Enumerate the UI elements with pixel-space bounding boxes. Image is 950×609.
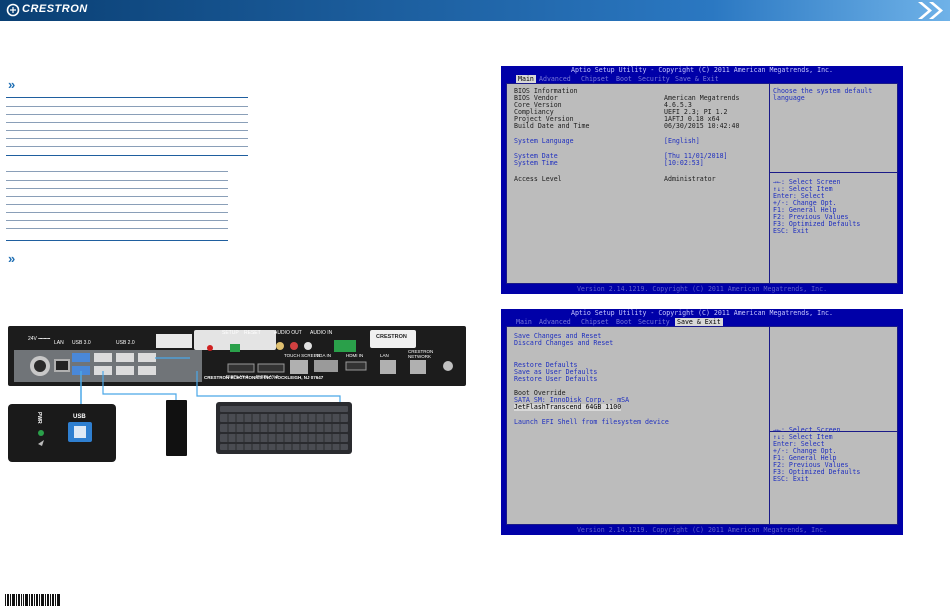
section-chevron-icon: »: [8, 251, 16, 266]
bios-key-hint: ESC: Exit: [773, 475, 809, 483]
rule-line: [6, 122, 248, 123]
tab-main[interactable]: Main: [516, 318, 532, 326]
power-led-icon: [38, 430, 44, 436]
rule-line: [6, 196, 228, 197]
tab-save-exit[interactable]: Save & Exit: [675, 75, 719, 83]
keyboard-icon: [216, 402, 352, 454]
rule-line: [6, 180, 228, 181]
rule-line: [6, 130, 248, 131]
bios-menu-item[interactable]: Discard Changes and Reset: [514, 340, 613, 347]
tab-advanced[interactable]: Advanced: [539, 75, 571, 83]
header-bar-background: [0, 0, 950, 21]
rule-line: [6, 114, 248, 115]
label-pwr: PWR: [36, 412, 42, 424]
label-audio-in: AUDIO IN: [310, 330, 333, 336]
bios-exit-screen: Aptio Setup Utility - Copyright (C) 2011…: [501, 309, 903, 535]
bios-menu-item[interactable]: Launch EFI Shell from filesystem device: [514, 419, 669, 426]
rule-line: [6, 228, 228, 229]
bios-menu-item[interactable]: Restore User Defaults: [514, 376, 597, 383]
rule-line: [6, 212, 228, 213]
bios-time-field[interactable]: [10:02:53]: [664, 160, 704, 167]
rule-line: [6, 146, 248, 147]
tab-save-exit[interactable]: Save & Exit: [675, 318, 723, 326]
tab-advanced[interactable]: Advanced: [539, 318, 571, 326]
label-setup: SETUP: [222, 330, 239, 336]
bios-language-label: System Language: [514, 137, 574, 145]
bios-tab-bar: Main Advanced Chipset Boot Security Save…: [501, 318, 903, 326]
usb-cable: [102, 371, 177, 400]
bios-help-text: language: [773, 94, 805, 102]
label-audio-out: AUDIO OUT: [274, 330, 302, 336]
bios-main-screen: Aptio Setup Utility - Copyright (C) 2011…: [501, 66, 903, 294]
header-bar: CRESTRON: [0, 0, 950, 21]
bios-footer: Version 2.14.1219. Copyright (C) 2011 Am…: [501, 284, 903, 294]
rule-line: [6, 138, 248, 139]
tab-security[interactable]: Security: [638, 318, 670, 326]
tab-boot[interactable]: Boot: [616, 75, 632, 83]
tab-boot[interactable]: Boot: [616, 318, 632, 326]
bios-language-select[interactable]: [English]: [664, 138, 700, 145]
rule-line: [6, 240, 228, 241]
label-reset: RESET: [244, 330, 261, 336]
bios-access-value: Administrator: [664, 175, 716, 183]
bios-time-label: System Time: [514, 159, 558, 167]
tab-main[interactable]: Main: [516, 75, 536, 83]
bios-access-label: Access Level: [514, 175, 562, 183]
bios-boot-device-selected[interactable]: JetFlashTranscend 64GB 1100: [514, 404, 622, 411]
rule-line: [6, 155, 248, 156]
barcode: [5, 594, 60, 606]
label-usb: USB: [73, 414, 86, 420]
bios-body: Save Changes and Reset Discard Changes a…: [506, 326, 898, 525]
bios-body: BIOS Information BIOS Vendor American Me…: [506, 83, 898, 284]
rule-line: [6, 106, 248, 107]
bios-row-value: 06/30/2015 10:42:40: [664, 122, 740, 130]
usb-drive: [166, 400, 187, 456]
bios-key-hint: ESC: Exit: [773, 227, 809, 235]
bios-title: Aptio Setup Utility - Copyright (C) 2011…: [501, 66, 903, 75]
bios-footer: Version 2.14.1219. Copyright (C) 2011 Am…: [501, 525, 903, 535]
bios-tab-bar: Main Advanced Chipset Boot Security Save…: [501, 75, 903, 83]
section-chevron-icon: »: [8, 77, 16, 92]
usb-peripheral: PWR USB: [8, 404, 116, 462]
bios-row-label: Build Date and Time: [514, 122, 590, 130]
rule-line: [6, 97, 248, 98]
brand-wordmark: CRESTRON: [22, 3, 88, 15]
crestron-logo-icon: [6, 3, 20, 17]
tab-security[interactable]: Security: [638, 75, 670, 83]
rule-line: [6, 188, 228, 189]
rule-line: [6, 204, 228, 205]
bios-title: Aptio Setup Utility - Copyright (C) 2011…: [501, 309, 903, 318]
keyboard: [216, 402, 352, 454]
tab-chipset[interactable]: Chipset: [581, 75, 609, 83]
rule-line: [6, 171, 228, 172]
tab-chipset[interactable]: Chipset: [581, 318, 609, 326]
rule-line: [6, 220, 228, 221]
